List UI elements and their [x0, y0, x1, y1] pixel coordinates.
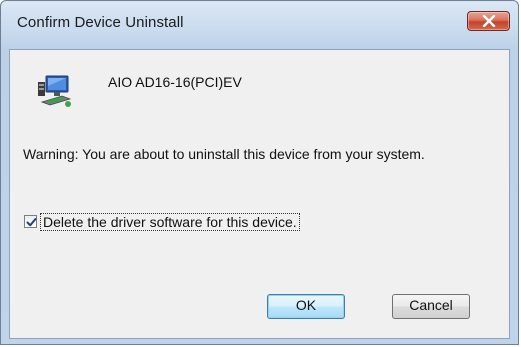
ok-button[interactable]: OK	[267, 294, 345, 319]
dialog-content: AIO AD16-16(PCI)EV Warning: You are abou…	[9, 49, 510, 339]
delete-driver-label[interactable]: Delete the driver software for this devi…	[40, 213, 300, 231]
cancel-button[interactable]: Cancel	[392, 294, 470, 319]
network-device-icon	[36, 72, 76, 112]
close-button[interactable]	[467, 11, 510, 31]
delete-driver-checkbox[interactable]	[24, 215, 37, 228]
dialog-window: Confirm Device Uninstall AIO AD16-16(PCI…	[0, 0, 519, 345]
window-title: Confirm Device Uninstall	[17, 14, 184, 31]
checkmark-icon	[26, 218, 37, 227]
close-icon	[482, 15, 496, 27]
warning-message: Warning: You are about to uninstall this…	[23, 146, 425, 162]
title-bar[interactable]: Confirm Device Uninstall	[1, 1, 518, 49]
device-name: AIO AD16-16(PCI)EV	[108, 74, 242, 90]
